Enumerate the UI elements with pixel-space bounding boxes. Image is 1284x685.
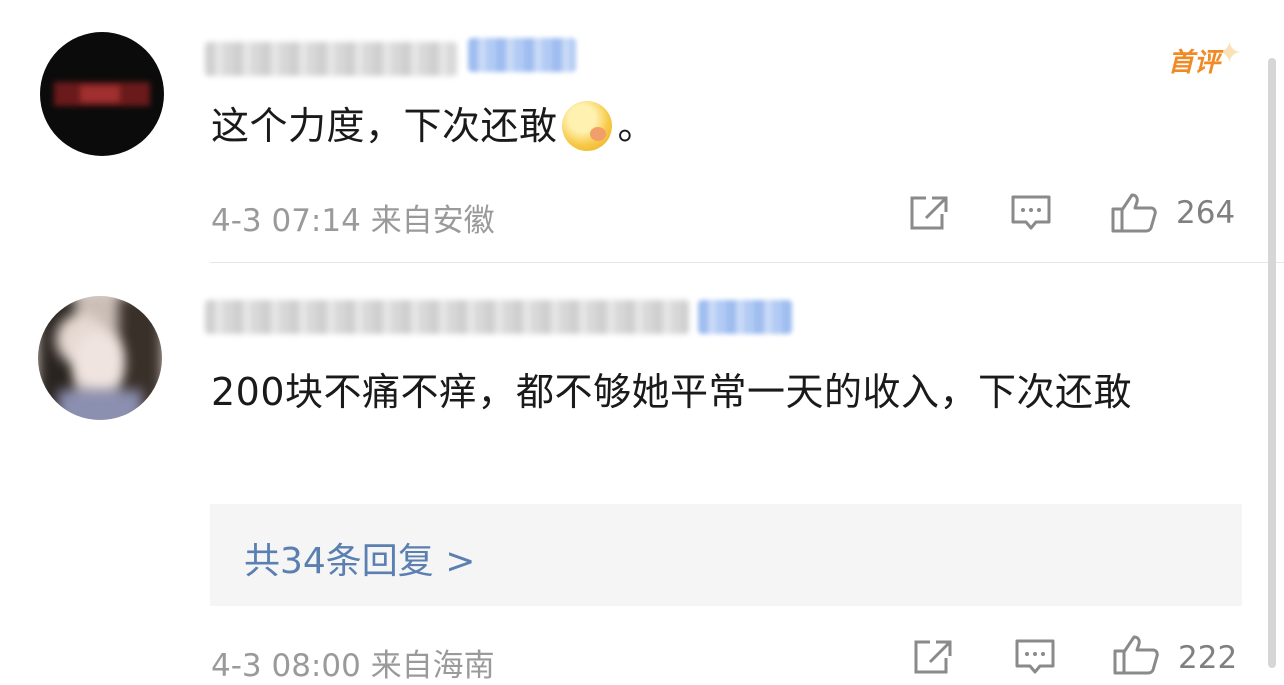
username-blurred[interactable] [205,300,689,334]
like-count: 222 [1178,640,1238,676]
comment-text-end: 。 [617,104,657,148]
wink-face-emoji [561,100,612,151]
avatar[interactable] [38,296,162,420]
comment-meta: 4-3 07:14 来自安徽 [211,195,495,240]
replies-panel[interactable]: 共34条回复 > [210,504,1242,606]
comment-time: 4-3 07:14 [211,203,361,239]
thumbs-up-icon[interactable] [1110,192,1158,234]
like-count: 264 [1176,195,1236,231]
comment-text-main: 这个力度，下次还敢 [211,104,558,148]
comment-meta: 4-3 08:00 来自海南 [211,640,495,685]
comment-text: 这个力度，下次还敢 。 [211,100,656,157]
comment-time: 4-3 08:00 [211,648,361,684]
username-blurred[interactable] [205,42,457,76]
comment-location: 来自海南 [370,648,495,684]
avatar-image-face [74,332,124,392]
sparkle-icon: ✦ [1216,36,1242,71]
avatar[interactable] [40,32,164,156]
comment-icon[interactable] [1010,194,1052,232]
first-comment-label: 首评 [1168,48,1221,78]
view-replies-link[interactable]: 共34条回复 > [244,532,475,584]
user-badge-blurred[interactable] [468,38,576,72]
user-badge-blurred[interactable] [698,300,792,334]
comment-location: 来自安徽 [370,203,495,239]
scrollbar[interactable] [1268,58,1276,668]
share-icon[interactable] [908,194,950,232]
avatar-image-detail [80,86,120,102]
comment-divider [210,262,1284,263]
first-comment-badge: ✦ 首评 [1166,36,1246,80]
thumbs-up-icon[interactable] [1112,634,1160,676]
avatar-image-shirt [58,390,142,420]
share-icon[interactable] [912,638,954,676]
comment-text: 200块不痛不痒，都不够她平常一天的收入，下次还敢 [211,370,1133,414]
comment-icon[interactable] [1014,638,1056,676]
